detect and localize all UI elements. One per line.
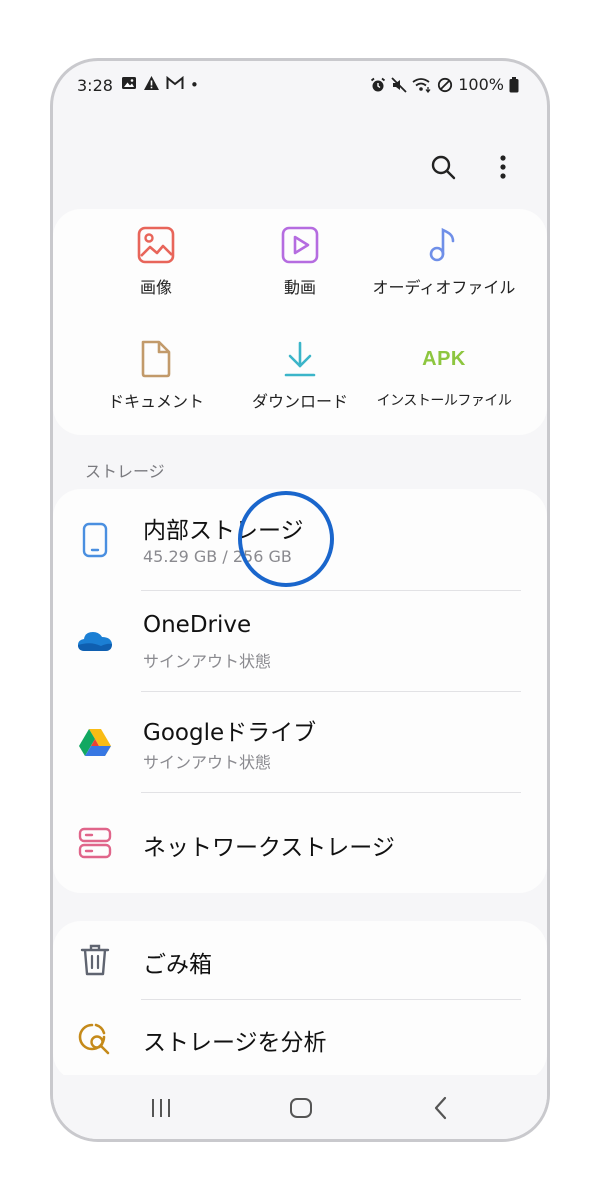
wifi-icon (412, 77, 432, 93)
top-action-bar (427, 151, 519, 183)
search-icon[interactable] (427, 151, 459, 183)
category-install-files[interactable]: APK インストールファイル (369, 339, 519, 412)
download-icon (280, 339, 320, 379)
google-drive-icon (77, 724, 113, 760)
category-audio[interactable]: オーディオファイル (369, 225, 519, 298)
warning-icon (143, 75, 160, 95)
battery-icon (509, 76, 519, 93)
navigation-bar (53, 1075, 547, 1139)
back-icon[interactable] (425, 1093, 457, 1123)
category-videos[interactable]: 動画 (225, 225, 375, 298)
home-icon[interactable] (285, 1093, 317, 1123)
status-bar: 3:28 • 100% (53, 61, 547, 113)
mute-icon (391, 76, 407, 93)
more-vert-icon[interactable] (487, 151, 519, 183)
phone-frame: 3:28 • 100% 画像 動画 オーディオファイル ドキュメント ダウンロー… (50, 58, 550, 1142)
image-icon (136, 225, 176, 265)
utility-item-trash[interactable]: ごみ箱 (53, 921, 547, 999)
storage-item-title: OneDrive (143, 612, 252, 638)
analyze-storage-icon (77, 1021, 113, 1057)
storage-section-label: ストレージ (85, 462, 165, 481)
utility-item-title: ストレージを分析 (143, 1030, 327, 1056)
storage-item-network[interactable]: ネットワークストレージ (53, 792, 547, 893)
recents-icon[interactable] (145, 1093, 177, 1123)
status-time: 3:28 (77, 75, 113, 95)
document-icon (136, 339, 176, 379)
alarm-icon (370, 77, 386, 93)
category-documents[interactable]: ドキュメント (81, 339, 231, 412)
video-icon (280, 225, 320, 265)
image-icon (121, 75, 137, 95)
category-images[interactable]: 画像 (81, 225, 231, 298)
utilities-card: ごみ箱 ストレージを分析 (53, 921, 547, 1081)
trash-icon (77, 942, 113, 978)
category-label: ダウンロード (251, 392, 348, 411)
storage-item-title: ネットワークストレージ (143, 835, 395, 861)
category-label: 画像 (139, 278, 172, 297)
storage-item-subtitle: サインアウト状態 (143, 652, 272, 671)
utility-item-analyze[interactable]: ストレージを分析 (53, 999, 547, 1079)
music-note-icon (424, 225, 464, 265)
network-storage-icon (77, 825, 113, 861)
block-icon (437, 77, 453, 93)
categories-card: 画像 動画 オーディオファイル ドキュメント ダウンロード APK インストール… (53, 209, 547, 435)
gmail-icon (166, 75, 184, 94)
phone-icon (77, 522, 113, 558)
category-label: インストールファイル (376, 393, 512, 409)
tap-highlight-circle (238, 491, 334, 587)
apk-icon: APK (422, 339, 466, 379)
status-right: 100% (370, 75, 519, 94)
storage-item-google-drive[interactable]: Googleドライブ サインアウト状態 (53, 691, 547, 792)
category-label: 動画 (283, 278, 316, 297)
apk-text: APK (422, 347, 466, 370)
status-left: 3:28 • (77, 75, 199, 95)
category-downloads[interactable]: ダウンロード (225, 339, 375, 412)
storage-item-onedrive[interactable]: OneDrive サインアウト状態 (53, 590, 547, 691)
utility-item-title: ごみ箱 (143, 952, 212, 978)
storage-item-subtitle: サインアウト状態 (143, 753, 272, 772)
category-label: オーディオファイル (372, 278, 516, 297)
onedrive-icon (77, 623, 113, 659)
storage-item-title: Googleドライブ (143, 720, 317, 746)
status-dot: • (189, 76, 199, 94)
battery-text: 100% (458, 75, 504, 94)
category-label: ドキュメント (107, 392, 204, 411)
